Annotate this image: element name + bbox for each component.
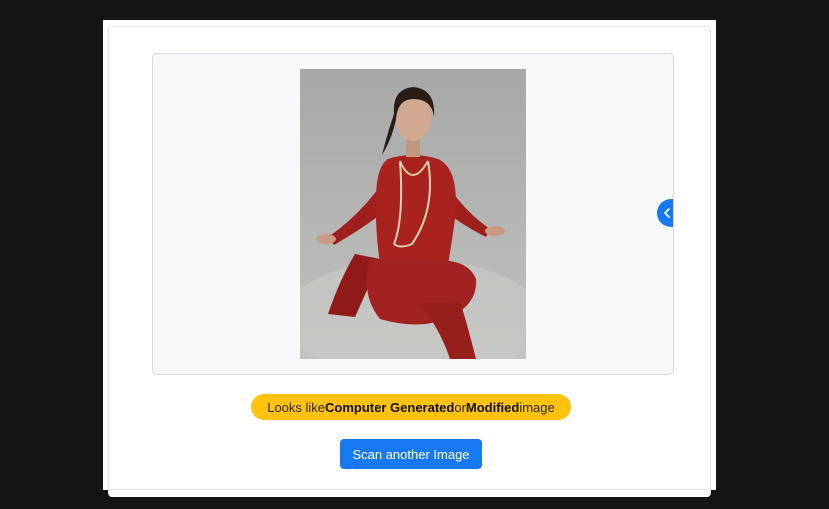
result-card: Looks like Computer Generated or Modifie… [103,20,716,497]
verdict-badge: Looks like Computer Generated or Modifie… [251,394,571,420]
verdict-strong-computer-generated: Computer Generated [325,399,455,415]
result-panel: Looks like Computer Generated or Modifie… [108,26,711,497]
verdict-strong-modified: Modified [465,399,520,415]
verdict-middle: or [454,399,466,415]
image-preview-panel [152,53,674,375]
verdict-prefix: Looks like [267,399,326,415]
chevron-left-icon [664,208,670,218]
scanned-image [300,69,526,359]
scan-another-image-button[interactable]: Scan another Image [340,439,482,469]
divider [109,489,710,490]
verdict-suffix: image [519,399,555,415]
side-panel-toggle[interactable] [657,199,673,227]
